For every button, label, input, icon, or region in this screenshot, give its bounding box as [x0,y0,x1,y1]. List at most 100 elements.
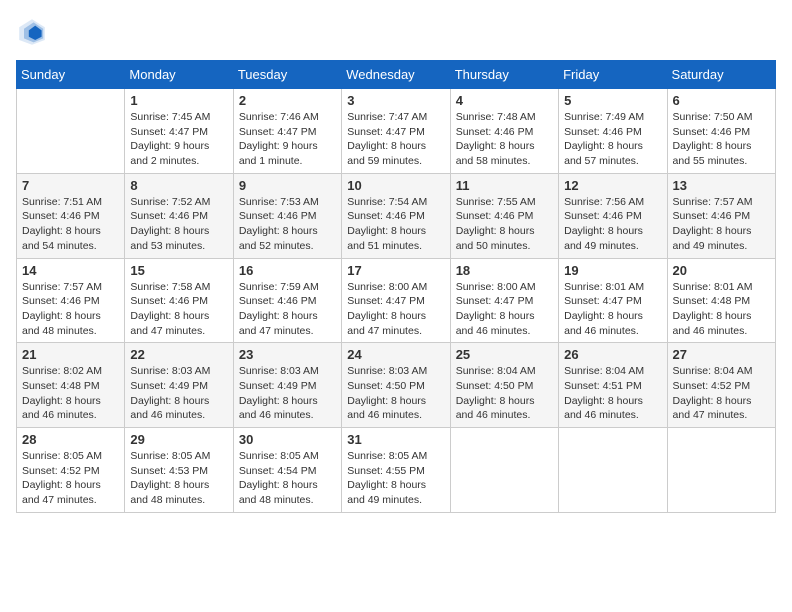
day-info: Sunrise: 8:05 AM Sunset: 4:52 PM Dayligh… [22,449,119,508]
day-number: 30 [239,432,336,447]
day-info: Sunrise: 7:46 AM Sunset: 4:47 PM Dayligh… [239,110,336,169]
calendar-cell: 28 Sunrise: 8:05 AM Sunset: 4:52 PM Dayli… [17,428,125,513]
day-number: 29 [130,432,227,447]
day-number: 9 [239,178,336,193]
day-number: 13 [673,178,770,193]
calendar-week-1: 1 Sunrise: 7:45 AM Sunset: 4:47 PM Daylig… [17,89,776,174]
day-number: 2 [239,93,336,108]
day-info: Sunrise: 8:03 AM Sunset: 4:49 PM Dayligh… [239,364,336,423]
calendar-cell: 12Sunrise: 7:56 AM Sunset: 4:46 PM Dayli… [559,173,667,258]
calendar-cell: 2 Sunrise: 7:46 AM Sunset: 4:47 PM Daylig… [233,89,341,174]
day-header-thursday: Thursday [450,61,558,89]
day-number: 24 [347,347,444,362]
page-header [16,16,776,48]
calendar-cell: 20 Sunrise: 8:01 AM Sunset: 4:48 PM Dayli… [667,258,775,343]
day-info: Sunrise: 7:50 AM Sunset: 4:46 PM Dayligh… [673,110,770,169]
calendar-cell: 17Sunrise: 8:00 AM Sunset: 4:47 PM Dayli… [342,258,450,343]
calendar-cell: 8Sunrise: 7:52 AM Sunset: 4:46 PM Daylig… [125,173,233,258]
day-number: 15 [130,263,227,278]
day-info: Sunrise: 8:04 AM Sunset: 4:51 PM Dayligh… [564,364,661,423]
day-info: Sunrise: 7:55 AM Sunset: 4:46 PM Dayligh… [456,195,553,254]
calendar-cell: 18 Sunrise: 8:00 AM Sunset: 4:47 PM Dayli… [450,258,558,343]
calendar-cell: 24 Sunrise: 8:03 AM Sunset: 4:50 PM Dayli… [342,343,450,428]
day-number: 28 [22,432,119,447]
day-number: 10 [347,178,444,193]
calendar-week-2: 7 Sunrise: 7:51 AM Sunset: 4:46 PM Daylig… [17,173,776,258]
calendar-cell: 31Sunrise: 8:05 AM Sunset: 4:55 PM Dayli… [342,428,450,513]
calendar-cell [450,428,558,513]
calendar-week-5: 28 Sunrise: 8:05 AM Sunset: 4:52 PM Dayli… [17,428,776,513]
day-info: Sunrise: 7:57 AM Sunset: 4:46 PM Dayligh… [673,195,770,254]
day-info: Sunrise: 7:48 AM Sunset: 4:46 PM Dayligh… [456,110,553,169]
day-info: Sunrise: 7:45 AM Sunset: 4:47 PM Dayligh… [130,110,227,169]
day-number: 3 [347,93,444,108]
calendar-cell: 11 Sunrise: 7:55 AM Sunset: 4:46 PM Dayli… [450,173,558,258]
calendar-cell: 10 Sunrise: 7:54 AM Sunset: 4:46 PM Dayli… [342,173,450,258]
calendar-cell: 21Sunrise: 8:02 AM Sunset: 4:48 PM Dayli… [17,343,125,428]
day-info: Sunrise: 7:49 AM Sunset: 4:46 PM Dayligh… [564,110,661,169]
day-info: Sunrise: 8:04 AM Sunset: 4:52 PM Dayligh… [673,364,770,423]
day-info: Sunrise: 8:05 AM Sunset: 4:55 PM Dayligh… [347,449,444,508]
calendar-cell: 14 Sunrise: 7:57 AM Sunset: 4:46 PM Dayli… [17,258,125,343]
day-header-friday: Friday [559,61,667,89]
calendar-week-3: 14 Sunrise: 7:57 AM Sunset: 4:46 PM Dayli… [17,258,776,343]
calendar-cell: 26 Sunrise: 8:04 AM Sunset: 4:51 PM Dayli… [559,343,667,428]
day-info: Sunrise: 8:01 AM Sunset: 4:47 PM Dayligh… [564,280,661,339]
day-info: Sunrise: 8:04 AM Sunset: 4:50 PM Dayligh… [456,364,553,423]
day-number: 14 [22,263,119,278]
day-number: 16 [239,263,336,278]
day-number: 6 [673,93,770,108]
calendar-cell: 30 Sunrise: 8:05 AM Sunset: 4:54 PM Dayli… [233,428,341,513]
day-number: 18 [456,263,553,278]
day-number: 7 [22,178,119,193]
day-header-monday: Monday [125,61,233,89]
calendar-cell [559,428,667,513]
calendar-cell: 9 Sunrise: 7:53 AM Sunset: 4:46 PM Daylig… [233,173,341,258]
calendar-cell: 29Sunrise: 8:05 AM Sunset: 4:53 PM Dayli… [125,428,233,513]
day-info: Sunrise: 8:05 AM Sunset: 4:54 PM Dayligh… [239,449,336,508]
day-info: Sunrise: 8:03 AM Sunset: 4:50 PM Dayligh… [347,364,444,423]
day-header-saturday: Saturday [667,61,775,89]
calendar-header: SundayMondayTuesdayWednesdayThursdayFrid… [17,61,776,89]
day-number: 23 [239,347,336,362]
calendar-cell [17,89,125,174]
day-info: Sunrise: 8:01 AM Sunset: 4:48 PM Dayligh… [673,280,770,339]
calendar-cell: 23 Sunrise: 8:03 AM Sunset: 4:49 PM Dayli… [233,343,341,428]
day-info: Sunrise: 7:51 AM Sunset: 4:46 PM Dayligh… [22,195,119,254]
calendar-cell: 7 Sunrise: 7:51 AM Sunset: 4:46 PM Daylig… [17,173,125,258]
day-info: Sunrise: 8:00 AM Sunset: 4:47 PM Dayligh… [347,280,444,339]
day-number: 11 [456,178,553,193]
calendar-cell: 16Sunrise: 7:59 AM Sunset: 4:46 PM Dayli… [233,258,341,343]
day-number: 1 [130,93,227,108]
day-header-wednesday: Wednesday [342,61,450,89]
day-header-sunday: Sunday [17,61,125,89]
calendar-cell: 6 Sunrise: 7:50 AM Sunset: 4:46 PM Daylig… [667,89,775,174]
calendar-cell: 3 Sunrise: 7:47 AM Sunset: 4:47 PM Daylig… [342,89,450,174]
day-number: 25 [456,347,553,362]
calendar-table: SundayMondayTuesdayWednesdayThursdayFrid… [16,60,776,513]
day-number: 26 [564,347,661,362]
day-number: 12 [564,178,661,193]
day-number: 4 [456,93,553,108]
day-info: Sunrise: 7:54 AM Sunset: 4:46 PM Dayligh… [347,195,444,254]
day-info: Sunrise: 7:47 AM Sunset: 4:47 PM Dayligh… [347,110,444,169]
day-number: 27 [673,347,770,362]
day-info: Sunrise: 7:53 AM Sunset: 4:46 PM Dayligh… [239,195,336,254]
calendar-cell: 5 Sunrise: 7:49 AM Sunset: 4:46 PM Daylig… [559,89,667,174]
calendar-cell: 13 Sunrise: 7:57 AM Sunset: 4:46 PM Dayli… [667,173,775,258]
calendar-cell: 22 Sunrise: 8:03 AM Sunset: 4:49 PM Dayli… [125,343,233,428]
day-number: 5 [564,93,661,108]
logo [16,16,52,48]
day-info: Sunrise: 8:03 AM Sunset: 4:49 PM Dayligh… [130,364,227,423]
calendar-cell [667,428,775,513]
day-info: Sunrise: 7:57 AM Sunset: 4:46 PM Dayligh… [22,280,119,339]
calendar-cell: 4 Sunrise: 7:48 AM Sunset: 4:46 PM Daylig… [450,89,558,174]
day-number: 19 [564,263,661,278]
day-info: Sunrise: 8:02 AM Sunset: 4:48 PM Dayligh… [22,364,119,423]
day-info: Sunrise: 8:00 AM Sunset: 4:47 PM Dayligh… [456,280,553,339]
logo-icon [16,16,48,48]
day-number: 22 [130,347,227,362]
calendar-cell: 25 Sunrise: 8:04 AM Sunset: 4:50 PM Dayli… [450,343,558,428]
calendar-cell: 27 Sunrise: 8:04 AM Sunset: 4:52 PM Dayli… [667,343,775,428]
day-number: 20 [673,263,770,278]
